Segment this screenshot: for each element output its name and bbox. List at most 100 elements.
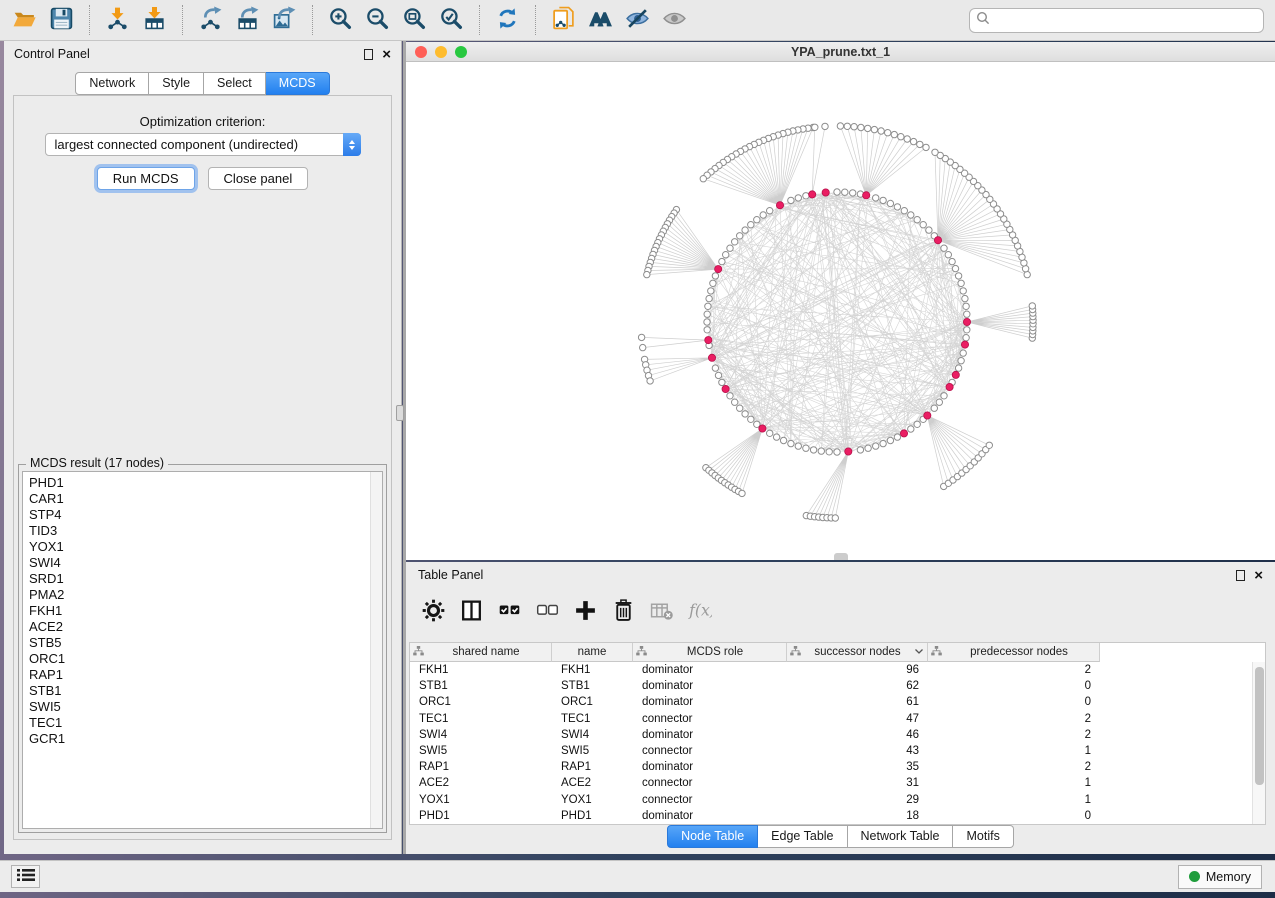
tab-select[interactable]: Select (204, 72, 266, 95)
tab-motifs[interactable]: Motifs (953, 825, 1013, 848)
mcds-result-item[interactable]: STP4 (29, 507, 369, 523)
show-column-button[interactable] (458, 597, 484, 627)
tab-mcds[interactable]: MCDS (266, 72, 330, 95)
table-row[interactable]: PHD1PHD1dominator180 (410, 808, 1252, 824)
table-scrollbar[interactable] (1252, 662, 1265, 824)
table-row[interactable]: ACE2ACE2connector311 (410, 775, 1252, 791)
network-view-window: YPA_prune.txt_1 (406, 42, 1275, 560)
table-row[interactable]: TEC1TEC1connector472 (410, 711, 1252, 727)
mcds-result-item[interactable]: STB5 (29, 635, 369, 651)
hide-indicator-icon (625, 6, 650, 34)
mcds-result-item[interactable]: TID3 (29, 523, 369, 539)
tab-network[interactable]: Network (75, 72, 149, 95)
search-binoculars-button[interactable] (582, 3, 619, 37)
export-table-button[interactable] (229, 3, 266, 37)
toolbar-separator (312, 5, 313, 35)
search-field[interactable] (969, 8, 1264, 33)
mcds-result-item[interactable]: STB1 (29, 683, 369, 699)
settings-gear-button[interactable] (420, 597, 446, 627)
table-row[interactable]: STB1STB1dominator620 (410, 678, 1252, 694)
cell-predecessor-nodes: 2 (928, 713, 1100, 725)
export-network-button[interactable] (192, 3, 229, 37)
run-mcds-button[interactable]: Run MCDS (97, 167, 195, 190)
cell-predecessor-nodes: 0 (928, 680, 1100, 692)
task-history-button[interactable] (11, 865, 40, 888)
select-all-button[interactable] (496, 597, 522, 627)
cell-name: PHD1 (552, 810, 633, 822)
cell-successor-nodes: 18 (787, 810, 928, 822)
canvas-resize-grip[interactable] (834, 553, 848, 560)
import-table-button[interactable] (136, 3, 173, 37)
mcds-result-item[interactable]: FKH1 (29, 603, 369, 619)
table-scrollbar-thumb[interactable] (1255, 667, 1264, 785)
tab-style[interactable]: Style (149, 72, 204, 95)
export-image-icon (272, 6, 297, 34)
import-network-icon (105, 6, 130, 34)
column-header-predecessor-nodes[interactable]: predecessor nodes (928, 643, 1100, 662)
mcds-result-item[interactable]: GCR1 (29, 731, 369, 747)
column-header-MCDS-role[interactable]: MCDS role (633, 643, 787, 662)
result-list-scrollbar[interactable] (370, 472, 382, 828)
share-network-document-button[interactable] (545, 3, 582, 37)
network-canvas[interactable] (406, 62, 1275, 560)
import-table-icon (142, 6, 167, 34)
cell-shared-name: TEC1 (410, 713, 552, 725)
table-row[interactable]: YOX1YOX1connector291 (410, 792, 1252, 808)
mcds-result-item[interactable]: RAP1 (29, 667, 369, 683)
mcds-result-title: MCDS result (17 nodes) (26, 456, 168, 470)
float-table-panel-icon[interactable] (1236, 570, 1245, 581)
table-toolbar: f(x) (406, 590, 1275, 634)
table-row[interactable]: SWI5SWI5connector431 (410, 743, 1252, 759)
table-row[interactable]: ORC1ORC1dominator610 (410, 694, 1252, 710)
mcds-result-item[interactable]: CAR1 (29, 491, 369, 507)
mcds-result-item[interactable]: PHD1 (29, 475, 369, 491)
close-panel-button[interactable]: Close panel (208, 167, 309, 190)
zoom-selected-button[interactable] (433, 3, 470, 37)
toolbar-separator (535, 5, 536, 35)
mcds-result-item[interactable]: ACE2 (29, 619, 369, 635)
search-input[interactable] (990, 13, 1257, 27)
show-indicator-button[interactable] (656, 3, 693, 37)
open-file-button[interactable] (6, 3, 43, 37)
close-panel-icon[interactable]: × (382, 49, 391, 60)
table-row[interactable]: SWI4SWI4dominator462 (410, 727, 1252, 743)
float-panel-icon[interactable] (364, 49, 373, 60)
cell-name: ORC1 (552, 696, 633, 708)
export-image-button[interactable] (266, 3, 303, 37)
mcds-result-list[interactable]: PHD1CAR1STP4TID3YOX1SWI4SRD1PMA2FKH1ACE2… (22, 471, 383, 829)
cell-predecessor-nodes: 0 (928, 810, 1100, 822)
mcds-result-item[interactable]: PMA2 (29, 587, 369, 603)
search-binoculars-icon (588, 6, 613, 34)
add-entry-button[interactable] (572, 597, 598, 627)
import-network-button[interactable] (99, 3, 136, 37)
unselect-all-button[interactable] (534, 597, 560, 627)
cell-shared-name: ACE2 (410, 777, 552, 789)
cell-successor-nodes: 31 (787, 777, 928, 789)
column-header-shared-name[interactable]: shared name (410, 643, 552, 662)
splitter-grip[interactable] (396, 405, 404, 421)
hide-indicator-button[interactable] (619, 3, 656, 37)
mcds-result-item[interactable]: ORC1 (29, 651, 369, 667)
column-header-name[interactable]: name (552, 643, 633, 662)
zoom-in-button[interactable] (322, 3, 359, 37)
delete-entry-button[interactable] (610, 597, 636, 627)
table-row[interactable]: RAP1RAP1dominator352 (410, 759, 1252, 775)
apply-preferred-layout-button[interactable] (489, 3, 526, 37)
mcds-result-item[interactable]: SWI5 (29, 699, 369, 715)
toolbar-separator (89, 5, 90, 35)
tab-edge-table[interactable]: Edge Table (758, 825, 847, 848)
zoom-out-button[interactable] (359, 3, 396, 37)
tab-node-table[interactable]: Node Table (667, 825, 758, 848)
optimization-criterion-select[interactable]: largest connected component (undirected) (45, 133, 361, 156)
tab-network-table[interactable]: Network Table (848, 825, 954, 848)
mcds-result-item[interactable]: SWI4 (29, 555, 369, 571)
mcds-result-item[interactable]: TEC1 (29, 715, 369, 731)
save-session-button[interactable] (43, 3, 80, 37)
memory-button[interactable]: Memory (1178, 865, 1262, 889)
close-table-panel-icon[interactable]: × (1254, 570, 1263, 581)
column-header-successor-nodes[interactable]: successor nodes (787, 643, 928, 662)
mcds-result-item[interactable]: SRD1 (29, 571, 369, 587)
mcds-result-item[interactable]: YOX1 (29, 539, 369, 555)
table-row[interactable]: FKH1FKH1dominator962 (410, 662, 1252, 678)
zoom-fit-button[interactable] (396, 3, 433, 37)
